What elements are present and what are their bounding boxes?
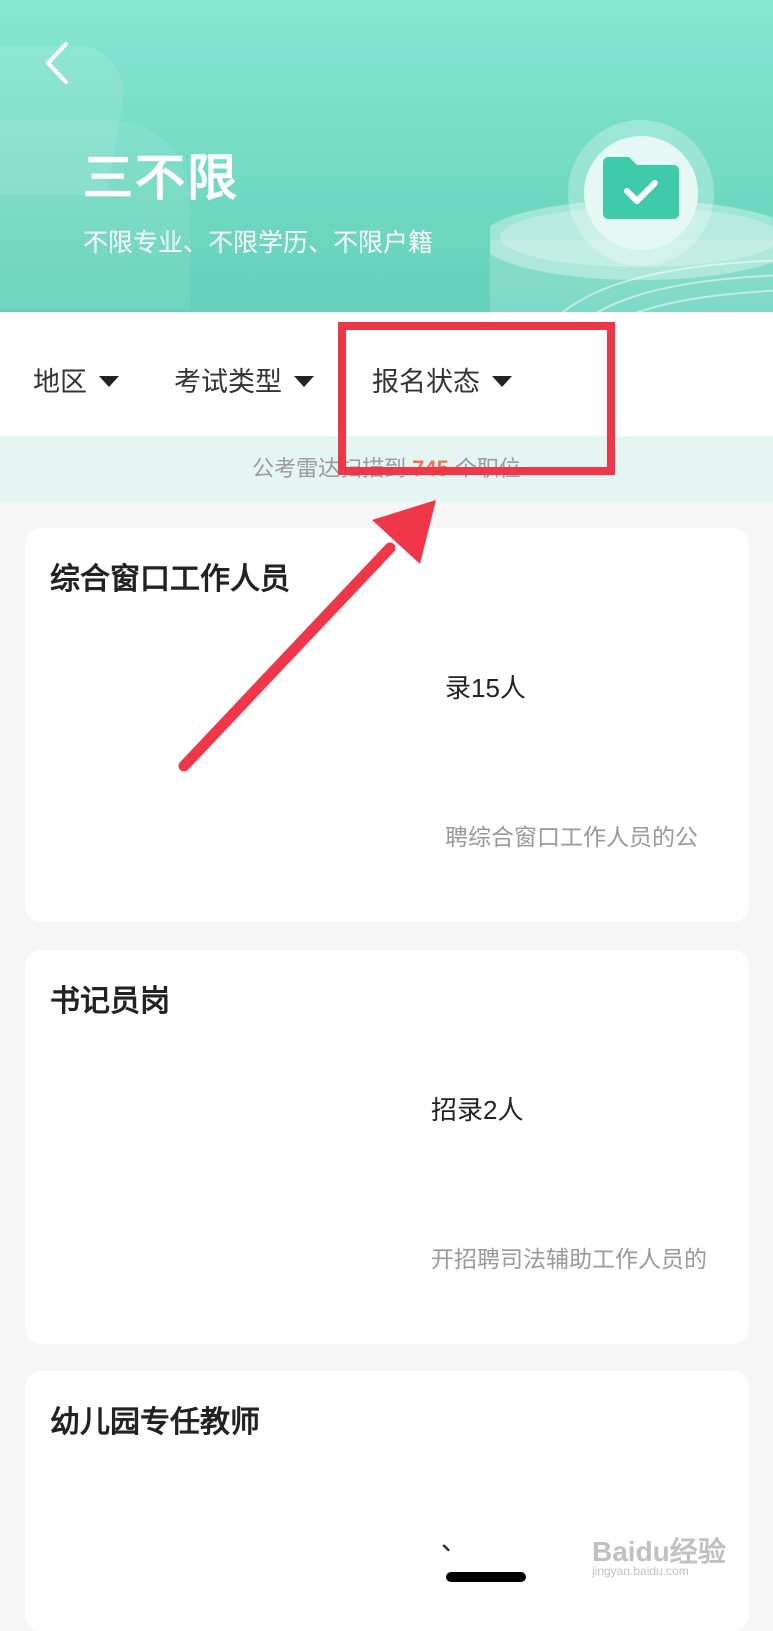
job-recruit-count: 、 xyxy=(441,1526,468,1556)
filter-label: 地区 xyxy=(33,367,87,397)
home-indicator[interactable] xyxy=(446,1572,526,1582)
filter-region[interactable]: 地区 xyxy=(33,360,119,399)
emblem xyxy=(568,120,714,266)
header-banner: 三不限 不限专业、不限学历、不限户籍 xyxy=(0,0,773,312)
job-card[interactable]: 书记员岗 招录2人 开招聘司法辅助工作人员的 xyxy=(25,950,749,1344)
caret-down-icon xyxy=(294,376,314,388)
back-button[interactable] xyxy=(42,40,78,86)
job-title: 书记员岗 xyxy=(50,985,170,1018)
caret-down-icon xyxy=(99,376,119,388)
chevron-left-icon xyxy=(46,42,68,84)
job-description: 开招聘司法辅助工作人员的 xyxy=(431,1246,707,1272)
filter-label: 考试类型 xyxy=(174,367,282,397)
job-card[interactable]: 幼儿园专任教师 、 xyxy=(25,1371,749,1631)
folder-check-icon xyxy=(603,157,679,219)
watermark-text: Baidu经验 xyxy=(592,1536,726,1567)
job-recruit-count: 录15人 xyxy=(445,673,526,703)
job-description: 聘综合窗口工作人员的公 xyxy=(445,824,698,850)
job-card[interactable]: 综合窗口工作人员 录15人 聘综合窗口工作人员的公 xyxy=(25,528,749,922)
job-title: 幼儿园专任教师 xyxy=(50,1406,260,1439)
page-subtitle: 不限专业、不限学历、不限户籍 xyxy=(83,229,434,257)
watermark: Baidu经验 jingyan.baidu.com xyxy=(592,1530,726,1578)
job-title: 综合窗口工作人员 xyxy=(50,563,290,596)
annotation-highlight-box xyxy=(338,322,615,475)
page-title: 三不限 xyxy=(83,150,239,206)
watermark-url: jingyan.baidu.com xyxy=(592,1564,689,1578)
job-recruit-count: 招录2人 xyxy=(431,1095,524,1125)
filter-exam-type[interactable]: 考试类型 xyxy=(174,360,314,399)
